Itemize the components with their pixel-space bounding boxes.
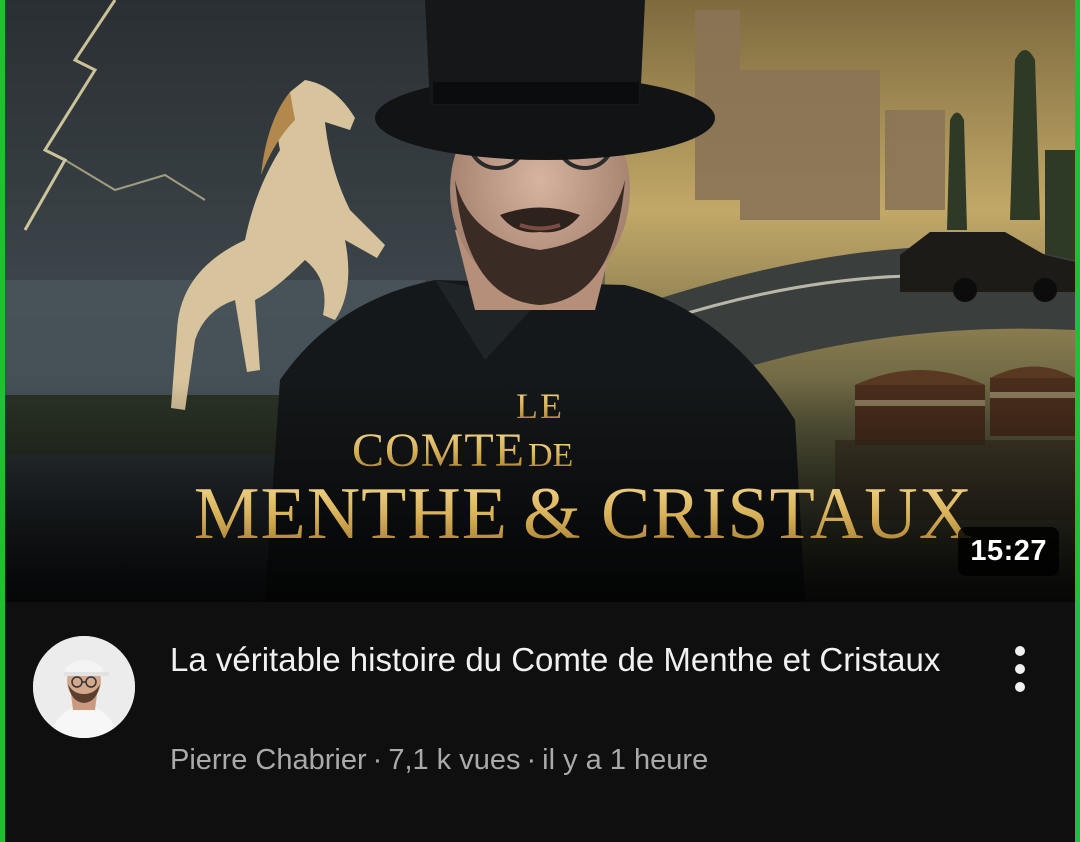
more-vert-icon[interactable]	[1005, 642, 1035, 698]
thumbnail-title-de: DE	[528, 437, 573, 474]
separator: ·	[526, 744, 537, 776]
video-card[interactable]: LE COMTE DE MENTHE & CRISTAUX 15:27 La v	[0, 0, 1080, 842]
more-dot	[1015, 682, 1025, 692]
video-thumbnail[interactable]: LE COMTE DE MENTHE & CRISTAUX 15:27	[5, 0, 1075, 602]
avatar-portrait	[33, 636, 135, 738]
video-details: La véritable histoire du Comte de Menthe…	[5, 602, 1075, 842]
thumbnail-title-comte: COMTE	[352, 424, 525, 477]
video-metadata: Pierre Chabrier · 7,1 k vues · il y a 1 heur…	[170, 742, 708, 778]
upload-age: il y a 1 heure	[542, 744, 709, 776]
thumbnail-artwork: LE COMTE DE MENTHE & CRISTAUX	[5, 0, 1075, 602]
separator: ·	[372, 744, 383, 776]
thumbnail-title-menthe: MENTHE	[194, 473, 508, 555]
more-dot	[1015, 646, 1025, 656]
thumbnail-title-cristaux: & CRISTAUX	[523, 473, 973, 555]
video-title[interactable]: La véritable histoire du Comte de Menthe…	[170, 640, 960, 680]
duration-badge: 15:27	[958, 527, 1059, 576]
channel-name[interactable]: Pierre Chabrier	[170, 744, 367, 776]
channel-avatar[interactable]	[33, 636, 135, 738]
view-count: 7,1 k vues	[388, 744, 521, 776]
thumbnail-title-le: LE	[516, 386, 564, 426]
more-dot	[1015, 664, 1025, 674]
